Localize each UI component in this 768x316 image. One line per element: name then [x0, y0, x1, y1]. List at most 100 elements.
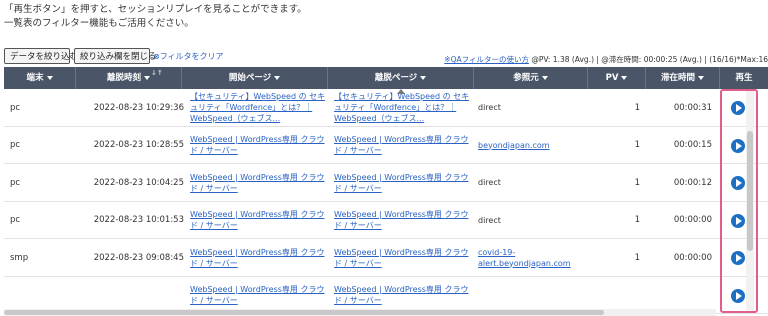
start-page-link[interactable]: WebSpeed | WordPress専用 クラウド / サーバー	[190, 284, 328, 306]
referrer-value: direct	[478, 103, 501, 112]
exit-page-link[interactable]: WebSpeed | WordPress専用 クラウド / サーバー	[334, 247, 472, 269]
clear-filter-link[interactable]: ⊗フィルタをクリア	[153, 51, 224, 62]
horizontal-scrollbar[interactable]	[4, 309, 716, 316]
cell-exit-page: WebSpeed | WordPress専用 クラウド / サーバー	[334, 239, 472, 276]
cell-pv: 1	[634, 102, 640, 113]
instructions: 「再生ボタン」を押すと、セッションリプレイを見ることができます。 一覧表のフィル…	[4, 3, 307, 31]
instruction-line-1: 「再生ボタン」を押すと、セッションリプレイを見ることができます。	[4, 4, 307, 15]
cell-stay-time: 00:00:12	[673, 177, 712, 188]
cell-referrer	[478, 277, 588, 314]
table-row: smp 2022-08-23 09:08:45 WebSpeed | WordPre…	[4, 239, 768, 277]
cell-referrer: beyondjapan.com	[478, 127, 588, 164]
referrer-value: direct	[478, 215, 501, 225]
referrer-value[interactable]: beyondjapan.com	[478, 140, 550, 151]
vertical-scrollbar[interactable]	[746, 91, 754, 311]
cell-start-page: WebSpeed | WordPress専用 クラウド / サーバー	[190, 277, 328, 314]
cell-exit-page: WebSpeed | WordPress専用 クラウド / サーバー	[334, 277, 472, 314]
cell-stay-time: 00:00:00	[673, 215, 712, 225]
header-start-page[interactable]: 開始ページ	[182, 67, 328, 89]
caret-down-icon	[274, 75, 281, 80]
caret-down-icon	[541, 75, 548, 80]
stats-text: @PV: 1.38 (Avg.) | @滞在時間: 00:00:25 (Avg.…	[528, 55, 768, 64]
referrer-value: direct	[478, 178, 501, 187]
cell-exit-time: 2022-08-23 10:01:53	[93, 215, 184, 225]
cell-pv	[594, 277, 640, 314]
cell-pv: 1	[634, 177, 640, 188]
table-row: pc 2022-08-23 10:01:53 WebSpeed | WordPres…	[4, 202, 768, 239]
cell-exit-time: 2022-08-23 09:08:45	[93, 252, 184, 263]
cell-exit-page: 【セキュリティ】WebSpeed の セキュリティ「Wordfence」とは？｜…	[334, 89, 472, 126]
cell-exit-time: 2022-08-23 10:28:55	[93, 140, 184, 150]
filter-data-button[interactable]: データを絞り込む	[4, 48, 78, 64]
cell-exit-time: 2022-08-23 10:29:36	[93, 102, 184, 113]
table-body: pc 2022-08-23 10:29:36 【セキュリティ】WebSpeed の …	[4, 89, 768, 314]
exit-page-link[interactable]: WebSpeed | WordPress専用 クラウド / サーバー	[334, 209, 472, 231]
cell-exit-page: WebSpeed | WordPress専用 クラウド / サーバー	[334, 202, 472, 239]
cell-device: pc	[10, 215, 21, 225]
play-circle-icon[interactable]	[731, 138, 745, 153]
cell-pv: 1	[634, 215, 640, 225]
play-circle-icon[interactable]	[731, 101, 745, 115]
header-exit-time[interactable]: ↓↑ 離脱時刻	[76, 67, 182, 89]
cell-pv: 1	[634, 140, 640, 150]
scrollbar-thumb[interactable]	[747, 131, 753, 251]
cell-exit-page: WebSpeed | WordPress専用 クラウド / サーバー	[334, 127, 472, 164]
header-replay: 再生	[735, 73, 753, 83]
start-page-link[interactable]: WebSpeed | WordPress専用 クラウド / サーバー	[190, 172, 328, 194]
cell-exit-time: 2022-08-23 10:04:25	[93, 177, 184, 188]
table-row: pc 2022-08-23 10:04:25 WebSpeed | WordPres…	[4, 164, 768, 202]
caret-down-icon	[420, 75, 427, 80]
cell-device: pc	[10, 102, 21, 113]
cell-start-page: WebSpeed | WordPress専用 クラウド / サーバー	[190, 164, 328, 201]
horizontal-scrollbar-thumb[interactable]	[4, 310, 604, 315]
cell-referrer: covid-19-alert.beyondjapan.com	[478, 239, 588, 276]
sort-icon: ↓↑	[151, 69, 163, 77]
replay-column-highlight	[720, 89, 758, 313]
toolbar: データを絞り込む 絞り込み欄を閉じる ⊗フィルタをクリア ※QAフィルターの使い…	[4, 48, 768, 64]
header-device[interactable]: 端末	[4, 67, 76, 89]
play-circle-icon[interactable]	[731, 251, 745, 265]
cell-start-page: WebSpeed | WordPress専用 クラウド / サーバー	[190, 127, 328, 164]
session-table: 端末 ↓↑ 離脱時刻 開始ページ 離脱ページ 参照元 PV 滞在時間 再生 pc 2…	[4, 67, 768, 314]
close-filter-button[interactable]: 絞り込み欄を閉じる	[74, 48, 157, 64]
tooltip-notch	[397, 89, 405, 94]
instruction-line-2: 一覧表のフィルター機能もご活用ください。	[4, 18, 194, 29]
play-circle-icon[interactable]	[731, 288, 745, 303]
caret-down-icon	[46, 75, 53, 80]
cell-start-page: 【セキュリティ】WebSpeed の セキュリティ「Wordfence」とは？｜…	[190, 89, 328, 126]
caret-down-icon	[698, 75, 704, 80]
header-referrer[interactable]: 参照元	[474, 67, 588, 89]
qa-filter-help-link[interactable]: ※QAフィルターの使い方	[444, 55, 529, 64]
cell-referrer: direct	[478, 89, 588, 126]
cell-device: smp	[10, 252, 29, 263]
start-page-link[interactable]: WebSpeed | WordPress専用 クラウド / サーバー	[190, 134, 328, 156]
start-page-link[interactable]: 【セキュリティ】WebSpeed の セキュリティ「Wordfence」とは？｜…	[190, 91, 328, 124]
exit-page-link[interactable]: WebSpeed | WordPress専用 クラウド / サーバー	[334, 134, 472, 156]
cell-stay-time: 00:00:00	[673, 252, 712, 263]
exit-page-link[interactable]: WebSpeed | WordPress専用 クラウド / サーバー	[334, 284, 472, 306]
cell-stay-time: 00:00:31	[673, 102, 712, 113]
exit-page-link[interactable]: WebSpeed | WordPress専用 クラウド / サーバー	[334, 172, 472, 194]
start-page-link[interactable]: WebSpeed | WordPress専用 クラウド / サーバー	[190, 209, 328, 231]
referrer-value[interactable]: covid-19-alert.beyondjapan.com	[478, 247, 588, 269]
table-row: pc 2022-08-23 10:28:55 WebSpeed | WordPres…	[4, 127, 768, 164]
cell-start-page: WebSpeed | WordPress専用 クラウド / サーバー	[190, 202, 328, 239]
cell-exit-page: WebSpeed | WordPress専用 クラウド / サーバー	[334, 164, 472, 201]
play-circle-icon[interactable]	[731, 176, 745, 190]
header-exit-page[interactable]: 離脱ページ	[328, 67, 474, 89]
cell-referrer: direct	[478, 202, 588, 239]
start-page-link[interactable]: WebSpeed | WordPress専用 クラウド / サーバー	[190, 247, 328, 269]
caret-down-icon	[621, 75, 628, 80]
cell-exit-time	[84, 277, 184, 314]
cell-start-page: WebSpeed | WordPress専用 クラウド / サーバー	[190, 239, 328, 276]
cell-pv: 1	[634, 252, 640, 263]
header-pv[interactable]: PV	[588, 67, 646, 89]
stats-summary: ※QAフィルターの使い方 @PV: 1.38 (Avg.) | @滞在時間: 0…	[444, 54, 768, 65]
exit-page-link[interactable]: 【セキュリティ】WebSpeed の セキュリティ「Wordfence」とは？｜…	[334, 91, 472, 124]
cell-device	[10, 277, 70, 314]
caret-down-icon	[144, 75, 150, 80]
table-row: pc 2022-08-23 10:29:36 【セキュリティ】WebSpeed の …	[4, 89, 768, 127]
header-stay-time[interactable]: 滞在時間	[646, 67, 720, 89]
cell-device: pc	[10, 140, 21, 150]
play-circle-icon[interactable]	[731, 213, 745, 228]
